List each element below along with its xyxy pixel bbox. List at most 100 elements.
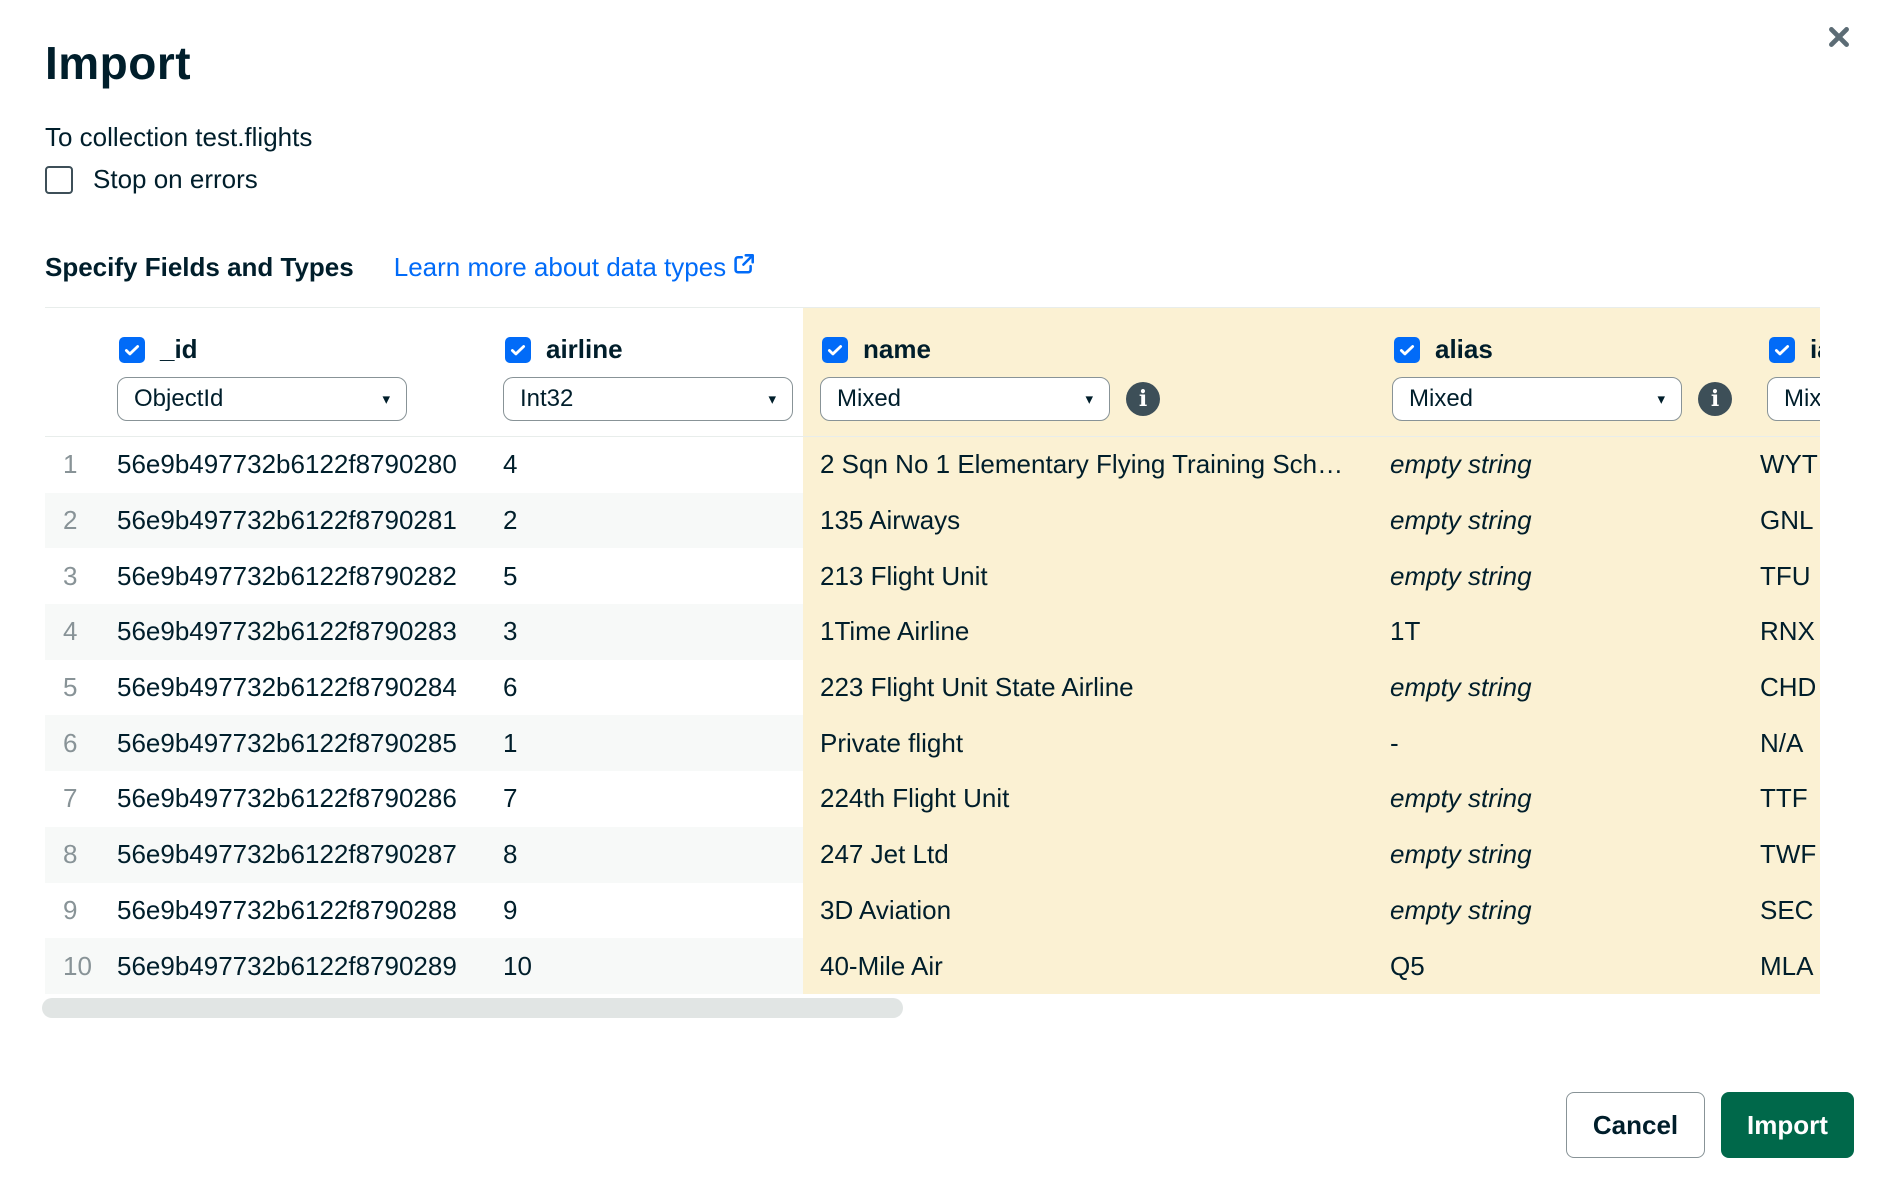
table-row: 956e9b497732b6122f879028893D Aviationemp… — [45, 883, 1820, 939]
cell-name: Private flight — [803, 715, 1375, 771]
cell-_id: 56e9b497732b6122f8790282 — [117, 548, 503, 604]
cell-name: 135 Airways — [803, 493, 1375, 549]
cell-iata: RNX — [1750, 604, 1820, 660]
cell-alias: empty string — [1375, 493, 1750, 549]
row-number: 1 — [45, 437, 117, 493]
checkbox-unchecked-icon[interactable] — [45, 166, 73, 194]
cancel-button[interactable]: Cancel — [1566, 1092, 1705, 1158]
type-select-value-_id: ObjectId — [134, 385, 223, 413]
row-number: 3 — [45, 548, 117, 604]
cell-airline: 6 — [503, 660, 803, 716]
specify-fields-section: Specify Fields and Types Learn more abou… — [45, 252, 756, 283]
scrollbar-thumb[interactable] — [42, 998, 903, 1018]
type-select-value-airline: Int32 — [520, 385, 573, 413]
column-header-name: name Mixed ▾ i — [803, 308, 1375, 436]
chevron-down-icon: ▾ — [1085, 390, 1093, 408]
check-icon — [826, 341, 844, 359]
column-header-airline: airline Int32 ▾ — [503, 308, 803, 436]
check-icon — [1773, 341, 1791, 359]
cell-alias: empty string — [1375, 771, 1750, 827]
type-select-iata[interactable]: Mixed▾ — [1767, 377, 1820, 421]
cell-airline: 2 — [503, 493, 803, 549]
row-number: 9 — [45, 883, 117, 939]
cell-airline: 10 — [503, 938, 803, 994]
cell-airline: 4 — [503, 437, 803, 493]
cell-name: 213 Flight Unit — [803, 548, 1375, 604]
info-icon-alias[interactable]: i — [1698, 382, 1732, 416]
column-title-row-iata: iata — [1769, 334, 1820, 365]
table-row: 556e9b497732b6122f87902846223 Flight Uni… — [45, 660, 1820, 716]
cell-alias: - — [1375, 715, 1750, 771]
column-header-_id: _id ObjectId▾ — [117, 308, 503, 436]
cell-_id: 56e9b497732b6122f8790289 — [117, 938, 503, 994]
close-x-glyph — [1826, 24, 1852, 50]
column-checkbox-airline[interactable] — [505, 337, 531, 363]
row-number: 4 — [45, 604, 117, 660]
external-link-icon — [732, 252, 756, 276]
column-checkbox-alias[interactable] — [1394, 337, 1420, 363]
column-label-iata: iata — [1810, 334, 1820, 365]
horizontal-scrollbar[interactable] — [42, 998, 1820, 1018]
table-row: 256e9b497732b6122f87902812135 Airwaysemp… — [45, 493, 1820, 549]
cell-alias: empty string — [1375, 437, 1750, 493]
column-type-row-airline: Int32 ▾ — [503, 377, 803, 421]
type-select-value-iata: Mixed — [1784, 385, 1820, 413]
row-number: 6 — [45, 715, 117, 771]
cell-iata: TTF — [1750, 771, 1820, 827]
column-title-row-_id: _id — [119, 334, 503, 365]
cell-_id: 56e9b497732b6122f8790287 — [117, 827, 503, 883]
table-row: 456e9b497732b6122f879028331Time Airline1… — [45, 604, 1820, 660]
column-label-alias: alias — [1435, 334, 1493, 365]
row-number-header — [45, 308, 117, 436]
column-header-iata: iata Mixed▾ — [1750, 308, 1820, 436]
column-checkbox-iata[interactable] — [1769, 337, 1795, 363]
cell-name: 223 Flight Unit State Airline — [803, 660, 1375, 716]
cell-_id: 56e9b497732b6122f8790285 — [117, 715, 503, 771]
table-row: 756e9b497732b6122f87902867224th Flight U… — [45, 771, 1820, 827]
cell-name: 2 Sqn No 1 Elementary Flying Training Sc… — [803, 437, 1375, 493]
collection-subtitle: To collection test.flights — [45, 122, 312, 153]
cell-alias: 1T — [1375, 604, 1750, 660]
cell-alias: Q5 — [1375, 938, 1750, 994]
column-label-_id: _id — [160, 334, 198, 365]
import-button[interactable]: Import — [1721, 1092, 1854, 1158]
info-icon-name[interactable]: i — [1126, 382, 1160, 416]
cell-name: 224th Flight Unit — [803, 771, 1375, 827]
cell-alias: empty string — [1375, 883, 1750, 939]
cell-iata: GNL — [1750, 493, 1820, 549]
table-header: _idObjectId▾airlineInt32▾nameMixed▾ialia… — [45, 308, 1820, 437]
column-label-name: name — [863, 334, 931, 365]
cell-airline: 5 — [503, 548, 803, 604]
close-icon[interactable] — [1822, 20, 1856, 54]
table-row: 156e9b497732b6122f879028042 Sqn No 1 Ele… — [45, 437, 1820, 493]
row-number: 5 — [45, 660, 117, 716]
stop-on-errors-option[interactable]: Stop on errors — [45, 164, 258, 195]
cell-alias: empty string — [1375, 660, 1750, 716]
cell-name: 40-Mile Air — [803, 938, 1375, 994]
column-checkbox-_id[interactable] — [119, 337, 145, 363]
row-number: 10 — [45, 938, 117, 994]
cell-iata: N/A — [1750, 715, 1820, 771]
type-select-value-alias: Mixed — [1409, 385, 1473, 413]
check-icon — [1398, 341, 1416, 359]
type-select-name[interactable]: Mixed ▾ — [820, 377, 1110, 421]
column-title-row-alias: alias — [1394, 334, 1750, 365]
import-dialog: Import To collection test.flights Stop o… — [0, 0, 1882, 1186]
type-select-value-name: Mixed — [837, 385, 901, 413]
cell-_id: 56e9b497732b6122f8790280 — [117, 437, 503, 493]
table-row: 356e9b497732b6122f87902825213 Flight Uni… — [45, 548, 1820, 604]
column-title-row-airline: airline — [505, 334, 803, 365]
learn-more-link[interactable]: Learn more about data types — [394, 252, 756, 283]
cell-airline: 9 — [503, 883, 803, 939]
type-select-_id[interactable]: ObjectId▾ — [117, 377, 407, 421]
column-checkbox-name[interactable] — [822, 337, 848, 363]
page-title: Import — [45, 36, 191, 90]
type-select-alias[interactable]: Mixed▾ — [1392, 377, 1682, 421]
chevron-down-icon: ▾ — [768, 390, 776, 408]
type-select-airline[interactable]: Int32 ▾ — [503, 377, 793, 421]
column-header-alias: alias Mixed▾ i — [1375, 308, 1750, 436]
cell-iata: CHD — [1750, 660, 1820, 716]
column-type-row-name: Mixed ▾ i — [820, 377, 1375, 421]
cell-iata: TFU — [1750, 548, 1820, 604]
cell-airline: 3 — [503, 604, 803, 660]
